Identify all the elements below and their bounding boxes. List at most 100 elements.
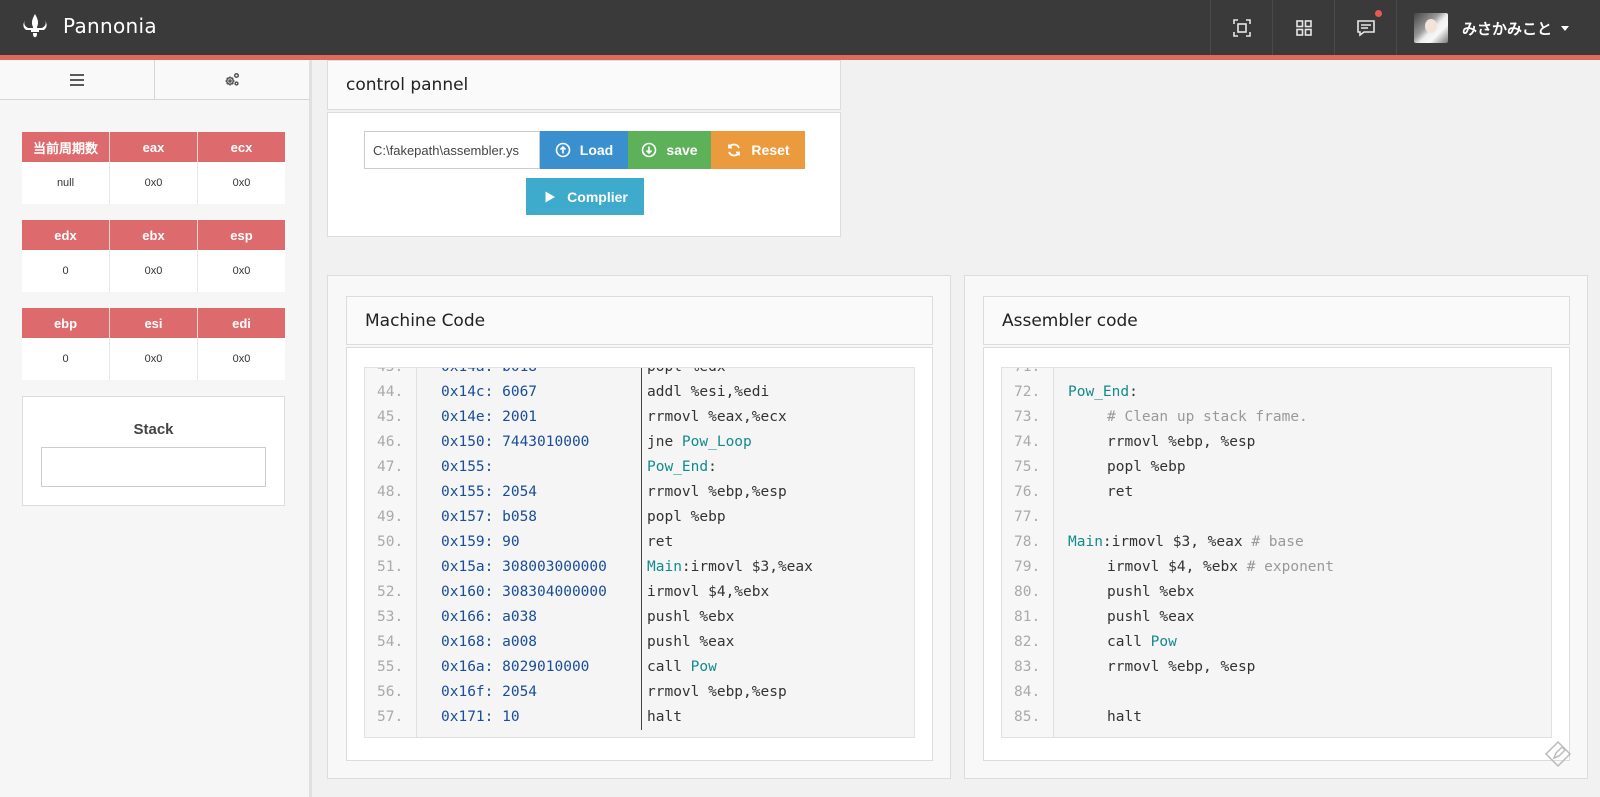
load-button[interactable]: Load xyxy=(540,131,628,169)
avatar xyxy=(1414,13,1448,43)
code-text: pushl %eax xyxy=(1107,609,1195,625)
instruction: irmovl $4,%ebx xyxy=(647,580,769,605)
assembler-text: call Pow xyxy=(1107,630,1177,655)
assembler-code-editor[interactable]: 71. 72. Pow_End: 73. # Clean up stack frame.… xyxy=(1001,367,1552,738)
user-name: みさかみこと xyxy=(1462,19,1553,38)
upload-circle-icon xyxy=(555,142,571,158)
machine-address: 0x157: b058 xyxy=(441,509,538,525)
instruction-text: call xyxy=(647,659,691,675)
notification-dot xyxy=(1375,10,1382,17)
register-header: edi xyxy=(198,308,285,338)
assembler-text: Pow_End: xyxy=(1068,380,1138,405)
register-value: 0x0 xyxy=(232,265,251,277)
machine-code-header: Machine Code xyxy=(346,296,933,345)
line-number: 55. xyxy=(377,659,404,675)
instruction-text: halt xyxy=(647,709,682,725)
stack-panel: Stack xyxy=(22,396,285,506)
line-number: 80. xyxy=(1014,584,1041,600)
line-number: 71. xyxy=(1014,367,1041,375)
register-table: 当前周期数 eax ecx null 0x0 0x0 xyxy=(22,132,285,204)
register-value: 0x0 xyxy=(232,353,251,365)
user-menu[interactable]: みさかみこと xyxy=(1414,12,1570,44)
code-line: 82. call Pow xyxy=(1002,630,1551,655)
brand-name[interactable]: Pannonia xyxy=(63,14,157,38)
code-label: Pow_End xyxy=(1068,384,1130,400)
column-divider xyxy=(641,705,642,730)
instruction: call Pow xyxy=(647,655,717,680)
grid-icon[interactable] xyxy=(1274,0,1334,55)
code-line: 56. 0x16f: 2054 rrmovl %ebp,%esp xyxy=(365,680,914,705)
line-number: 83. xyxy=(1014,659,1041,675)
instruction: Pow_End: xyxy=(647,455,717,480)
assembler-text: ret xyxy=(1107,480,1133,505)
register-header: ecx xyxy=(198,132,285,162)
code-line: 57. 0x171: 10 halt xyxy=(365,705,914,730)
register-table: ebp esi edi 0 0x0 0x0 xyxy=(22,308,285,380)
line-number: 45. xyxy=(377,409,404,425)
assembler-text: pushl %eax xyxy=(1107,605,1194,630)
assembler-text: pushl %ebx xyxy=(1107,580,1194,605)
line-number: 54. xyxy=(377,634,404,650)
machine-address: 0x16f: 2054 xyxy=(441,684,538,700)
code-text: : xyxy=(1129,384,1138,400)
code-line: 49. 0x157: b058 popl %ebp xyxy=(365,505,914,530)
screenshot-icon[interactable] xyxy=(1212,0,1272,55)
fleur-de-lis-logo-icon xyxy=(23,14,47,38)
instruction-label: Pow_End xyxy=(647,459,709,475)
instruction: rrmovl %ebp,%esp xyxy=(647,480,787,505)
code-line: 81. pushl %eax xyxy=(1002,605,1551,630)
machine-address: 0x15a: 308003000000 xyxy=(441,559,607,575)
chevron-down-icon xyxy=(1561,25,1570,31)
column-divider xyxy=(641,580,642,605)
reset-button[interactable]: Reset xyxy=(711,131,805,169)
instruction-text: pushl %eax xyxy=(647,634,735,650)
instruction-text: rrmovl %eax,%ecx xyxy=(647,409,787,425)
instruction: Main:irmovl $3,%eax xyxy=(647,555,813,580)
instruction-text: jne xyxy=(647,434,682,450)
code-line: 83. rrmovl %ebp, %esp xyxy=(1002,655,1551,680)
line-number: 46. xyxy=(377,434,404,450)
machine-address: 0x159: 90 xyxy=(441,534,520,550)
register-value: 0 xyxy=(22,250,110,292)
assembler-text: popl %ebp xyxy=(1107,455,1186,480)
chat-icon[interactable] xyxy=(1336,0,1396,55)
code-line: 73. # Clean up stack frame. xyxy=(1002,405,1551,430)
code-line: 77. xyxy=(1002,505,1551,530)
code-text: halt xyxy=(1107,709,1142,725)
file-path-input[interactable]: C:\fakepath\assembler.ys xyxy=(364,131,540,169)
load-button-label: Load xyxy=(579,142,614,158)
reset-button-label: Reset xyxy=(751,142,790,158)
instruction: ret xyxy=(647,530,673,555)
stack-input[interactable] xyxy=(41,447,266,487)
column-divider xyxy=(641,555,642,580)
register-header: eax xyxy=(110,132,198,162)
register-value: 0x0 xyxy=(110,162,198,204)
instruction-text: : xyxy=(708,459,717,475)
machine-code-editor[interactable]: 43. 0x14a: b018 popl %edx 44. 0x14c: 6067 add… xyxy=(364,367,915,738)
download-circle-icon xyxy=(642,142,657,158)
tab-settings[interactable] xyxy=(154,60,309,99)
line-number: 57. xyxy=(377,709,404,725)
stack-title: Stack xyxy=(133,421,174,438)
code-line: 84. xyxy=(1002,680,1551,705)
save-button[interactable]: save xyxy=(628,131,711,169)
machine-address: 0x171: 10 xyxy=(441,709,520,725)
instruction: halt xyxy=(647,705,682,730)
edit-pen-icon[interactable] xyxy=(1544,740,1572,768)
code-line: 51. 0x15a: 308003000000 Main:irmovl $3,%ea… xyxy=(365,555,914,580)
tab-menu[interactable] xyxy=(0,60,154,99)
register-header: ebp xyxy=(22,308,110,338)
control-panel-header: control pannel xyxy=(327,60,841,110)
instruction: rrmovl %ebp,%esp xyxy=(647,680,787,705)
instruction-text: popl %edx xyxy=(647,367,726,375)
register-value: null xyxy=(22,162,110,204)
machine-address: 0x150: 7443010000 xyxy=(441,434,590,450)
instruction: pushl %eax xyxy=(647,630,734,655)
instruction-text: popl %ebp xyxy=(647,509,726,525)
column-divider xyxy=(641,430,642,455)
code-line: 50. 0x159: 90 ret xyxy=(365,530,914,555)
machine-address: 0x168: a008 xyxy=(441,634,538,650)
line-number: 79. xyxy=(1014,559,1041,575)
compile-button[interactable]: Complier xyxy=(526,178,644,215)
code-label: Main xyxy=(1068,534,1103,550)
